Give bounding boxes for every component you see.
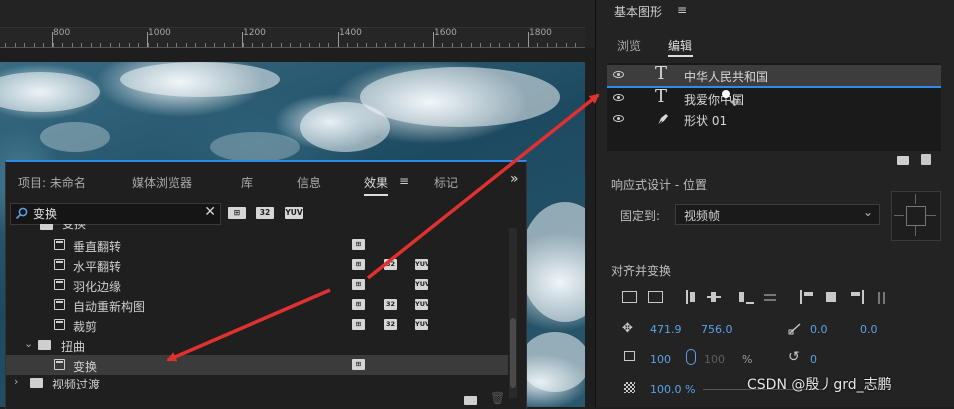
arrow-to-layer	[366, 93, 600, 280]
annotation-arrows	[166, 93, 600, 362]
watermark: CSDN @殷丿grd_志鹏	[747, 377, 892, 393]
arrow-to-effect	[166, 288, 331, 362]
